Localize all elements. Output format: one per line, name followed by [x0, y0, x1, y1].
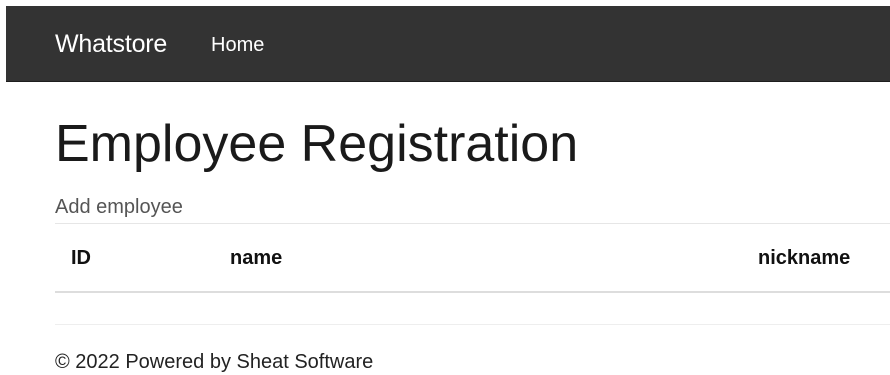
footer-copyright: © 2022 Powered by Sheat Software	[55, 351, 374, 373]
page: Whatstore Home Employee Registration Add…	[0, 0, 890, 375]
employee-table: ID name nickname	[55, 223, 890, 293]
column-header-id: ID	[71, 247, 91, 269]
add-employee-link[interactable]: Add employee	[55, 196, 183, 219]
nav-link-home[interactable]: Home	[211, 34, 264, 57]
column-header-name: name	[230, 247, 283, 269]
footer-divider	[55, 324, 890, 325]
page-title: Employee Registration	[55, 115, 579, 173]
column-header-nickname: nickname	[758, 247, 851, 269]
brand-link[interactable]: Whatstore	[55, 30, 167, 59]
table-header-divider	[55, 291, 890, 293]
top-navbar: Whatstore Home	[6, 6, 890, 82]
